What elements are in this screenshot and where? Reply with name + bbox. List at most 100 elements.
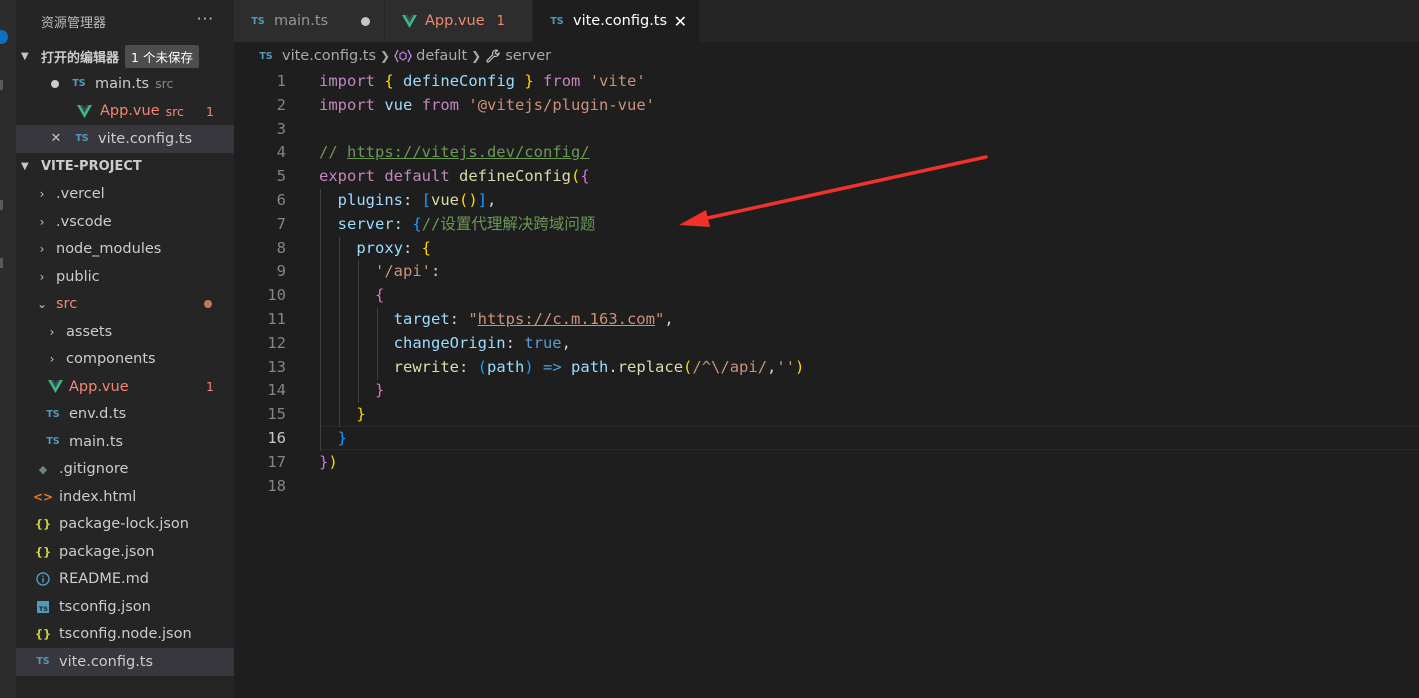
activity-icon[interactable]	[0, 258, 3, 268]
tab-main-ts[interactable]: TS main.ts	[234, 0, 384, 42]
folder-name: assets	[66, 323, 113, 340]
code-token: rewrite	[393, 357, 459, 376]
tree-item-package-json[interactable]: {} package.json	[16, 538, 234, 566]
code-link[interactable]: https://c.m.163.com	[478, 310, 655, 328]
more-actions-icon[interactable]: ···	[197, 10, 214, 28]
info-file-icon	[35, 572, 51, 586]
code-token: import	[319, 95, 375, 114]
line-number: 5	[276, 167, 286, 186]
tree-item-app-vue[interactable]: App.vue 1	[16, 373, 234, 401]
chevron-down-icon: ▼	[21, 50, 29, 62]
tree-item-vite-config-ts[interactable]: TS vite.config.ts	[16, 648, 234, 676]
open-editors-header[interactable]: ▼ 打开的编辑器 1 个未保存	[16, 42, 234, 70]
line-number: 13	[267, 357, 286, 376]
code-token: vue	[431, 191, 460, 209]
line-number: 17	[267, 452, 286, 471]
file-folder: src	[165, 103, 184, 119]
code-line-16: }	[337, 429, 348, 447]
tree-item-env-d-ts[interactable]: TS env.d.ts	[16, 401, 234, 429]
tree-item-index-html[interactable]: <> index.html	[16, 483, 234, 511]
breadcrumb-file[interactable]: vite.config.ts	[282, 48, 376, 64]
file-name: README.md	[59, 571, 149, 588]
code-token: "	[468, 310, 478, 328]
tree-item-node-modules[interactable]: › node_modules	[16, 236, 234, 264]
code-token: //设置代理解决跨域问题	[421, 214, 596, 233]
code-token: ''	[776, 357, 796, 376]
tree-item-tsconfig-node-json[interactable]: {} tsconfig.node.json	[16, 621, 234, 649]
comment-link[interactable]: https://vitejs.dev/config/	[347, 143, 590, 161]
notification-badge[interactable]	[0, 30, 8, 44]
code-token: =>	[543, 357, 562, 376]
code-token: path	[571, 357, 609, 376]
modified-dot-icon	[204, 300, 212, 309]
code-line-12: changeOrigin: true,	[393, 333, 571, 352]
code-line-10: {	[375, 286, 385, 305]
activity-icon[interactable]	[0, 200, 3, 210]
line-number: 8	[276, 238, 286, 257]
activity-icon[interactable]	[0, 80, 3, 90]
code-token: /^\/api/	[692, 357, 768, 376]
tree-item-vercel[interactable]: › .vercel	[16, 181, 234, 209]
tree-item-main-ts[interactable]: TS main.ts	[16, 428, 234, 456]
unsaved-dot-icon[interactable]	[51, 79, 59, 88]
tree-item-assets[interactable]: › assets	[16, 318, 234, 346]
tree-item-gitignore[interactable]: ◆ .gitignore	[16, 456, 234, 484]
breadcrumb-symbol-default[interactable]: default	[416, 48, 467, 64]
breadcrumb: TS vite.config.ts ❯ default ❯ server	[234, 42, 1419, 70]
close-icon[interactable]: ✕	[50, 131, 62, 146]
code-line-5: export default defineConfig({	[319, 167, 590, 186]
tab-app-vue[interactable]: App.vue 1	[385, 0, 532, 42]
tree-item-tsconfig-json[interactable]: TS tsconfig.json	[16, 593, 234, 621]
tree-item-public[interactable]: › public	[16, 263, 234, 291]
problem-count: 1	[496, 13, 505, 29]
folder-name: public	[56, 268, 100, 285]
folder-name: .vercel	[56, 186, 105, 203]
tab-label: App.vue	[425, 13, 485, 29]
line-number: 1	[276, 72, 286, 90]
tree-item-readme[interactable]: README.md	[16, 566, 234, 594]
file-name: env.d.ts	[69, 406, 127, 423]
line-number: 14	[267, 381, 286, 400]
file-folder: src	[155, 76, 174, 92]
unsaved-badge: 1 个未保存	[125, 44, 199, 68]
folder-name: components	[66, 351, 156, 368]
open-editor-item-app-vue[interactable]: App.vue src 1	[16, 98, 234, 126]
typescript-file-icon: TS	[550, 15, 564, 27]
folder-name: node_modules	[56, 241, 162, 258]
code-line-14: }	[375, 381, 385, 400]
current-line-highlight	[317, 426, 1419, 450]
unsaved-dot-icon[interactable]	[361, 16, 370, 26]
tree-item-vscode[interactable]: › .vscode	[16, 208, 234, 236]
line-number-current: 16	[267, 429, 286, 447]
line-number: 11	[267, 310, 286, 328]
code-editor[interactable]: 1 2 3 4 5 6 7 8 9 10 11 12 13 14 15 16 1…	[234, 70, 1419, 698]
activity-bar	[0, 0, 16, 698]
folder-name: src	[56, 296, 78, 313]
chevron-right-icon: ›	[39, 242, 45, 257]
code-line-11: target: "https://c.m.163.com",	[393, 310, 674, 328]
open-editor-item-vite-config[interactable]: ✕ TS vite.config.ts	[16, 125, 234, 153]
folder-name: .vscode	[56, 213, 112, 230]
editor-tabs: TS main.ts App.vue 1 TS vite.config.ts ✕	[234, 0, 1419, 42]
project-header[interactable]: ▼ VITE-PROJECT	[16, 153, 234, 181]
close-icon[interactable]: ✕	[674, 12, 687, 31]
code-token: target	[393, 310, 450, 328]
code-line-6: plugins: [vue()],	[337, 191, 497, 209]
git-file-icon: ◆	[38, 462, 48, 476]
line-number: 2	[276, 95, 286, 114]
code-line-9: '/api':	[375, 262, 441, 281]
breadcrumb-symbol-server[interactable]: server	[505, 48, 551, 64]
code-token: from	[543, 72, 581, 90]
symbol-module-icon	[394, 49, 412, 63]
open-editor-item-main-ts[interactable]: TS main.ts src	[16, 70, 234, 98]
file-name: main.ts	[69, 433, 124, 450]
code-line-7: server: {//设置代理解决跨域问题	[337, 214, 596, 233]
code-token: 'vite'	[589, 72, 646, 90]
typescript-file-icon: TS	[36, 656, 50, 668]
tree-item-src[interactable]: ⌄ src	[16, 291, 234, 319]
line-number: 18	[267, 476, 286, 495]
tree-item-package-lock-json[interactable]: {} package-lock.json	[16, 511, 234, 539]
problem-count: 1	[206, 379, 214, 395]
tree-item-components[interactable]: › components	[16, 346, 234, 374]
tab-vite-config-ts[interactable]: TS vite.config.ts ✕	[533, 0, 699, 42]
